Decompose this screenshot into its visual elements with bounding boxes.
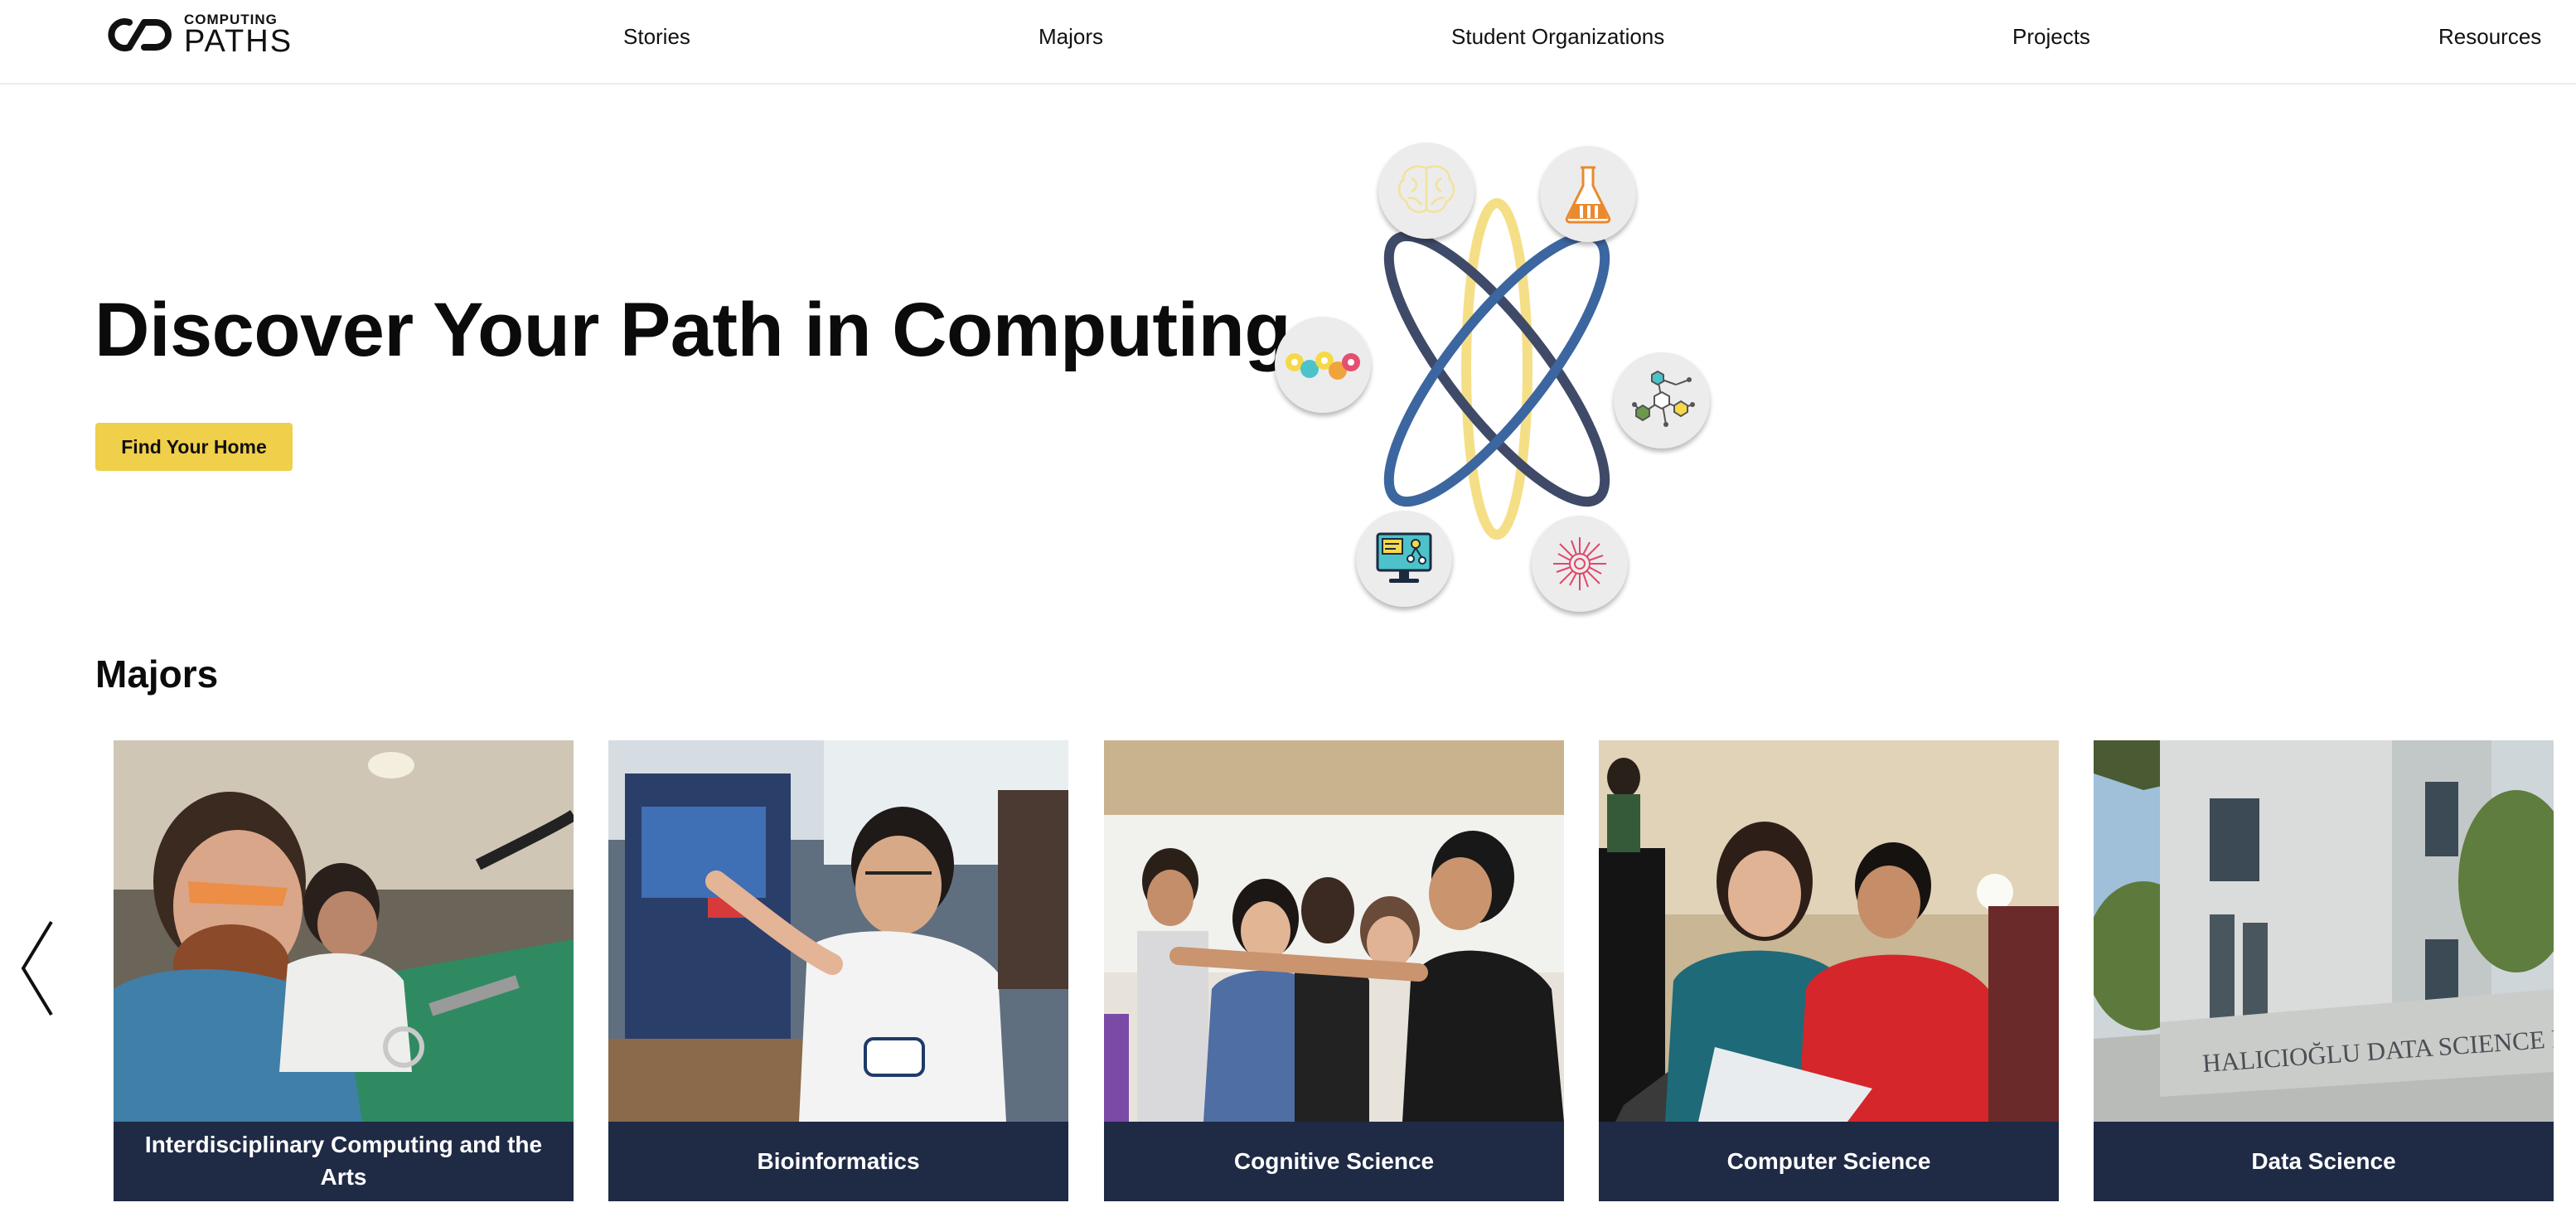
major-card-label: Interdisciplinary Computing and the Arts <box>114 1122 574 1201</box>
major-card-ica[interactable]: Interdisciplinary Computing and the Arts <box>114 740 574 1201</box>
carousel-prev-button[interactable] <box>18 919 56 1018</box>
radial-circuit-icon <box>1532 516 1628 612</box>
lab-flask-icon <box>1540 146 1636 242</box>
major-photo-cognitive-science <box>1104 740 1564 1122</box>
major-card-label: Computer Science <box>1599 1122 2059 1201</box>
major-card-label: Data Science <box>2094 1122 2554 1201</box>
major-photo-computer-science <box>1599 740 2059 1122</box>
logo-bottom-word: PATHS <box>184 24 293 59</box>
chevron-left-icon <box>21 920 53 1016</box>
major-card-cognitive-science[interactable]: Cognitive Science <box>1104 740 1564 1201</box>
site-logo[interactable]: COMPUTING PATHS <box>96 12 293 58</box>
molecule-network-icon <box>1614 352 1710 449</box>
nav-resources[interactable]: Resources <box>2438 24 2541 50</box>
find-your-home-button[interactable]: Find Your Home <box>95 423 293 471</box>
computer-monitor-icon <box>1356 511 1452 607</box>
nav-student-organizations[interactable]: Student Organizations <box>1451 24 1664 50</box>
major-card-computer-science[interactable]: Computer Science <box>1599 740 2059 1201</box>
major-card-data-science[interactable]: HALICIOĞLU DATA SCIENCE INSTITUTE Data S… <box>2094 740 2554 1201</box>
chat-bubbles-icon <box>1275 317 1371 413</box>
nav-stories[interactable]: Stories <box>623 24 690 50</box>
major-photo-bioinformatics <box>608 740 1068 1122</box>
hero-title: Discover Your Path in Computing <box>94 288 1291 372</box>
hero-illustration <box>1268 133 1724 622</box>
major-card-label: Cognitive Science <box>1104 1122 1564 1201</box>
major-card-label: Bioinformatics <box>608 1122 1068 1201</box>
nav-majors[interactable]: Majors <box>1039 24 1103 50</box>
majors-heading: Majors <box>95 652 219 696</box>
major-card-bioinformatics[interactable]: Bioinformatics <box>608 740 1068 1201</box>
brain-icon <box>1378 143 1474 239</box>
nav-projects[interactable]: Projects <box>2012 24 2090 50</box>
major-photo-data-science: HALICIOĞLU DATA SCIENCE INSTITUTE <box>2094 740 2554 1122</box>
site-header: COMPUTING PATHS Stories Majors Student O… <box>0 0 2576 85</box>
major-photo-ica <box>114 740 574 1122</box>
logo-mark-icon <box>108 18 172 51</box>
